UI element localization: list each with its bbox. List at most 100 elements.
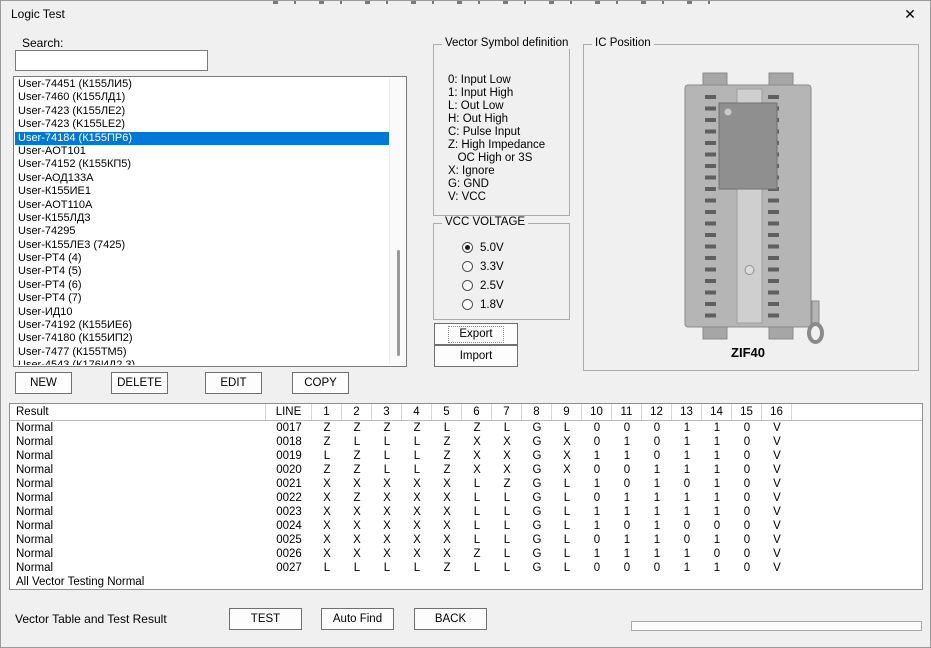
- vcc-option-label: 1.8V: [480, 299, 504, 311]
- result-cell: Normal: [10, 491, 266, 505]
- list-item[interactable]: User-74451 (К155ЛИ5): [15, 78, 389, 91]
- list-item[interactable]: User-4543 (К176ИД2,3): [15, 359, 389, 365]
- vector-value-cell: 0: [612, 463, 642, 477]
- copy-button[interactable]: COPY: [292, 372, 349, 394]
- search-input[interactable]: [15, 50, 208, 71]
- vector-value-cell: 0: [642, 421, 672, 435]
- result-cell: Normal: [10, 449, 266, 463]
- table-row[interactable]: Normal0019LZLLZXXGX110110V: [10, 449, 922, 463]
- vector-value-cell: 0: [732, 449, 762, 463]
- list-item[interactable]: User-PT4 (6): [15, 279, 389, 292]
- vector-value-cell: V: [762, 421, 792, 435]
- list-item[interactable]: User-ИД10: [15, 306, 389, 319]
- vcc-option-label: 3.3V: [480, 261, 504, 273]
- delete-button[interactable]: DELETE: [111, 372, 168, 394]
- vcc-option-5.0V[interactable]: 5.0V: [462, 238, 504, 257]
- table-row[interactable]: Normal0017ZZZZLZLGL000110V: [10, 421, 922, 435]
- table-row[interactable]: Normal0024XXXXXLLGL101000V: [10, 519, 922, 533]
- vector-value-cell: Z: [312, 435, 342, 449]
- vector-value-cell: V: [762, 449, 792, 463]
- list-item[interactable]: User-74180 (К155ИП2): [15, 332, 389, 345]
- table-row[interactable]: Normal0022XZXXXLLGL011110V: [10, 491, 922, 505]
- list-item[interactable]: User-7423 (К155ЛЕ2): [15, 105, 389, 118]
- list-item[interactable]: User-К155ЛЕ3 (7425): [15, 239, 389, 252]
- vector-value-cell: L: [402, 463, 432, 477]
- vcc-option-3.3V[interactable]: 3.3V: [462, 257, 504, 276]
- vcc-voltage-group: VCC VOLTAGE 5.0V3.3V2.5V1.8V: [433, 223, 570, 320]
- vector-value-cell: L: [462, 505, 492, 519]
- list-item[interactable]: User-7460 (К155ЛД1): [15, 91, 389, 104]
- vector-value-cell: X: [342, 533, 372, 547]
- radio-button-icon[interactable]: [462, 280, 473, 291]
- vector-table: ResultLINE12345678910111213141516 Normal…: [9, 403, 923, 590]
- vector-value-cell: X: [372, 547, 402, 561]
- list-scrollbar[interactable]: [389, 78, 405, 365]
- list-item[interactable]: User-7477 (К155ТМ5): [15, 346, 389, 359]
- list-item[interactable]: User-74152 (К155КП5): [15, 158, 389, 171]
- vector-value-cell: L: [402, 435, 432, 449]
- table-row[interactable]: Normal0025XXXXXLLGL011010V: [10, 533, 922, 547]
- list-item[interactable]: User-AOT101: [15, 145, 389, 158]
- vector-value-cell: X: [432, 505, 462, 519]
- line-number-cell: 0017: [266, 421, 312, 435]
- table-row[interactable]: Normal0021XXXXXLZGL101010V: [10, 477, 922, 491]
- radio-button-icon[interactable]: [462, 299, 473, 310]
- list-item[interactable]: User-74295: [15, 225, 389, 238]
- auto-find-button[interactable]: Auto Find: [321, 608, 394, 630]
- vector-value-cell: X: [462, 449, 492, 463]
- vector-value-cell: X: [492, 463, 522, 477]
- back-button[interactable]: BACK: [414, 608, 487, 630]
- title-bar: Logic Test ✕: [1, 1, 930, 27]
- list-item[interactable]: User-PT4 (4): [15, 252, 389, 265]
- vcc-option-2.5V[interactable]: 2.5V: [462, 276, 504, 295]
- vector-value-cell: X: [432, 491, 462, 505]
- table-row[interactable]: Normal0027LLLLZLLGL000110V: [10, 561, 922, 575]
- vector-value-cell: 0: [732, 505, 762, 519]
- list-item[interactable]: User-AOT110A: [15, 199, 389, 212]
- vector-value-cell: Z: [432, 449, 462, 463]
- vector-value-cell: X: [462, 463, 492, 477]
- table-row[interactable]: Normal0023XXXXXLLGL111110V: [10, 505, 922, 519]
- radio-button-icon[interactable]: [462, 242, 473, 253]
- export-button[interactable]: Export: [434, 323, 518, 345]
- list-item[interactable]: User-74192 (К155ИЕ6): [15, 319, 389, 332]
- vector-value-cell: 1: [642, 477, 672, 491]
- new-button[interactable]: NEW: [15, 372, 72, 394]
- list-item[interactable]: User-АОД133А: [15, 172, 389, 185]
- import-button[interactable]: Import: [434, 345, 518, 367]
- vector-value-cell: L: [372, 449, 402, 463]
- edit-button[interactable]: EDIT: [205, 372, 262, 394]
- symbol-definition-line: X: Ignore: [448, 165, 545, 178]
- table-header-cell: 7: [492, 404, 522, 420]
- table-row[interactable]: Normal0026XXXXXZLGL111100V: [10, 547, 922, 561]
- vector-value-cell: V: [762, 547, 792, 561]
- vector-value-cell: X: [312, 505, 342, 519]
- scrollbar-thumb[interactable]: [397, 250, 400, 356]
- close-icon[interactable]: ✕: [898, 4, 922, 24]
- list-item[interactable]: User-PT4 (5): [15, 265, 389, 278]
- test-button[interactable]: TEST: [229, 608, 302, 630]
- vector-value-cell: 0: [612, 519, 642, 533]
- vcc-option-1.8V[interactable]: 1.8V: [462, 295, 504, 314]
- list-item[interactable]: User-К155ЛД3: [15, 212, 389, 225]
- list-item[interactable]: User-К155ИЕ1: [15, 185, 389, 198]
- table-row[interactable]: Normal0018ZLLLZXXGX010110V: [10, 435, 922, 449]
- radio-button-icon[interactable]: [462, 261, 473, 272]
- vector-value-cell: Z: [342, 421, 372, 435]
- table-header-cell: 16: [762, 404, 792, 420]
- vector-value-cell: 0: [612, 477, 642, 491]
- list-item[interactable]: User-PT4 (7): [15, 292, 389, 305]
- vector-value-cell: L: [552, 519, 582, 533]
- line-number-cell: 0020: [266, 463, 312, 477]
- vector-value-cell: Z: [492, 477, 522, 491]
- vector-value-cell: Z: [432, 463, 462, 477]
- vector-value-cell: G: [522, 463, 552, 477]
- vector-value-cell: Z: [342, 449, 372, 463]
- vector-value-cell: V: [762, 491, 792, 505]
- vector-value-cell: X: [552, 435, 582, 449]
- table-row[interactable]: Normal0020ZZLLZXXGX001110V: [10, 463, 922, 477]
- list-item[interactable]: User-74184 (К155ПР6): [15, 132, 389, 145]
- vector-value-cell: G: [522, 533, 552, 547]
- list-item[interactable]: User-7423 (K155LE2): [15, 118, 389, 131]
- vector-value-cell: 0: [702, 519, 732, 533]
